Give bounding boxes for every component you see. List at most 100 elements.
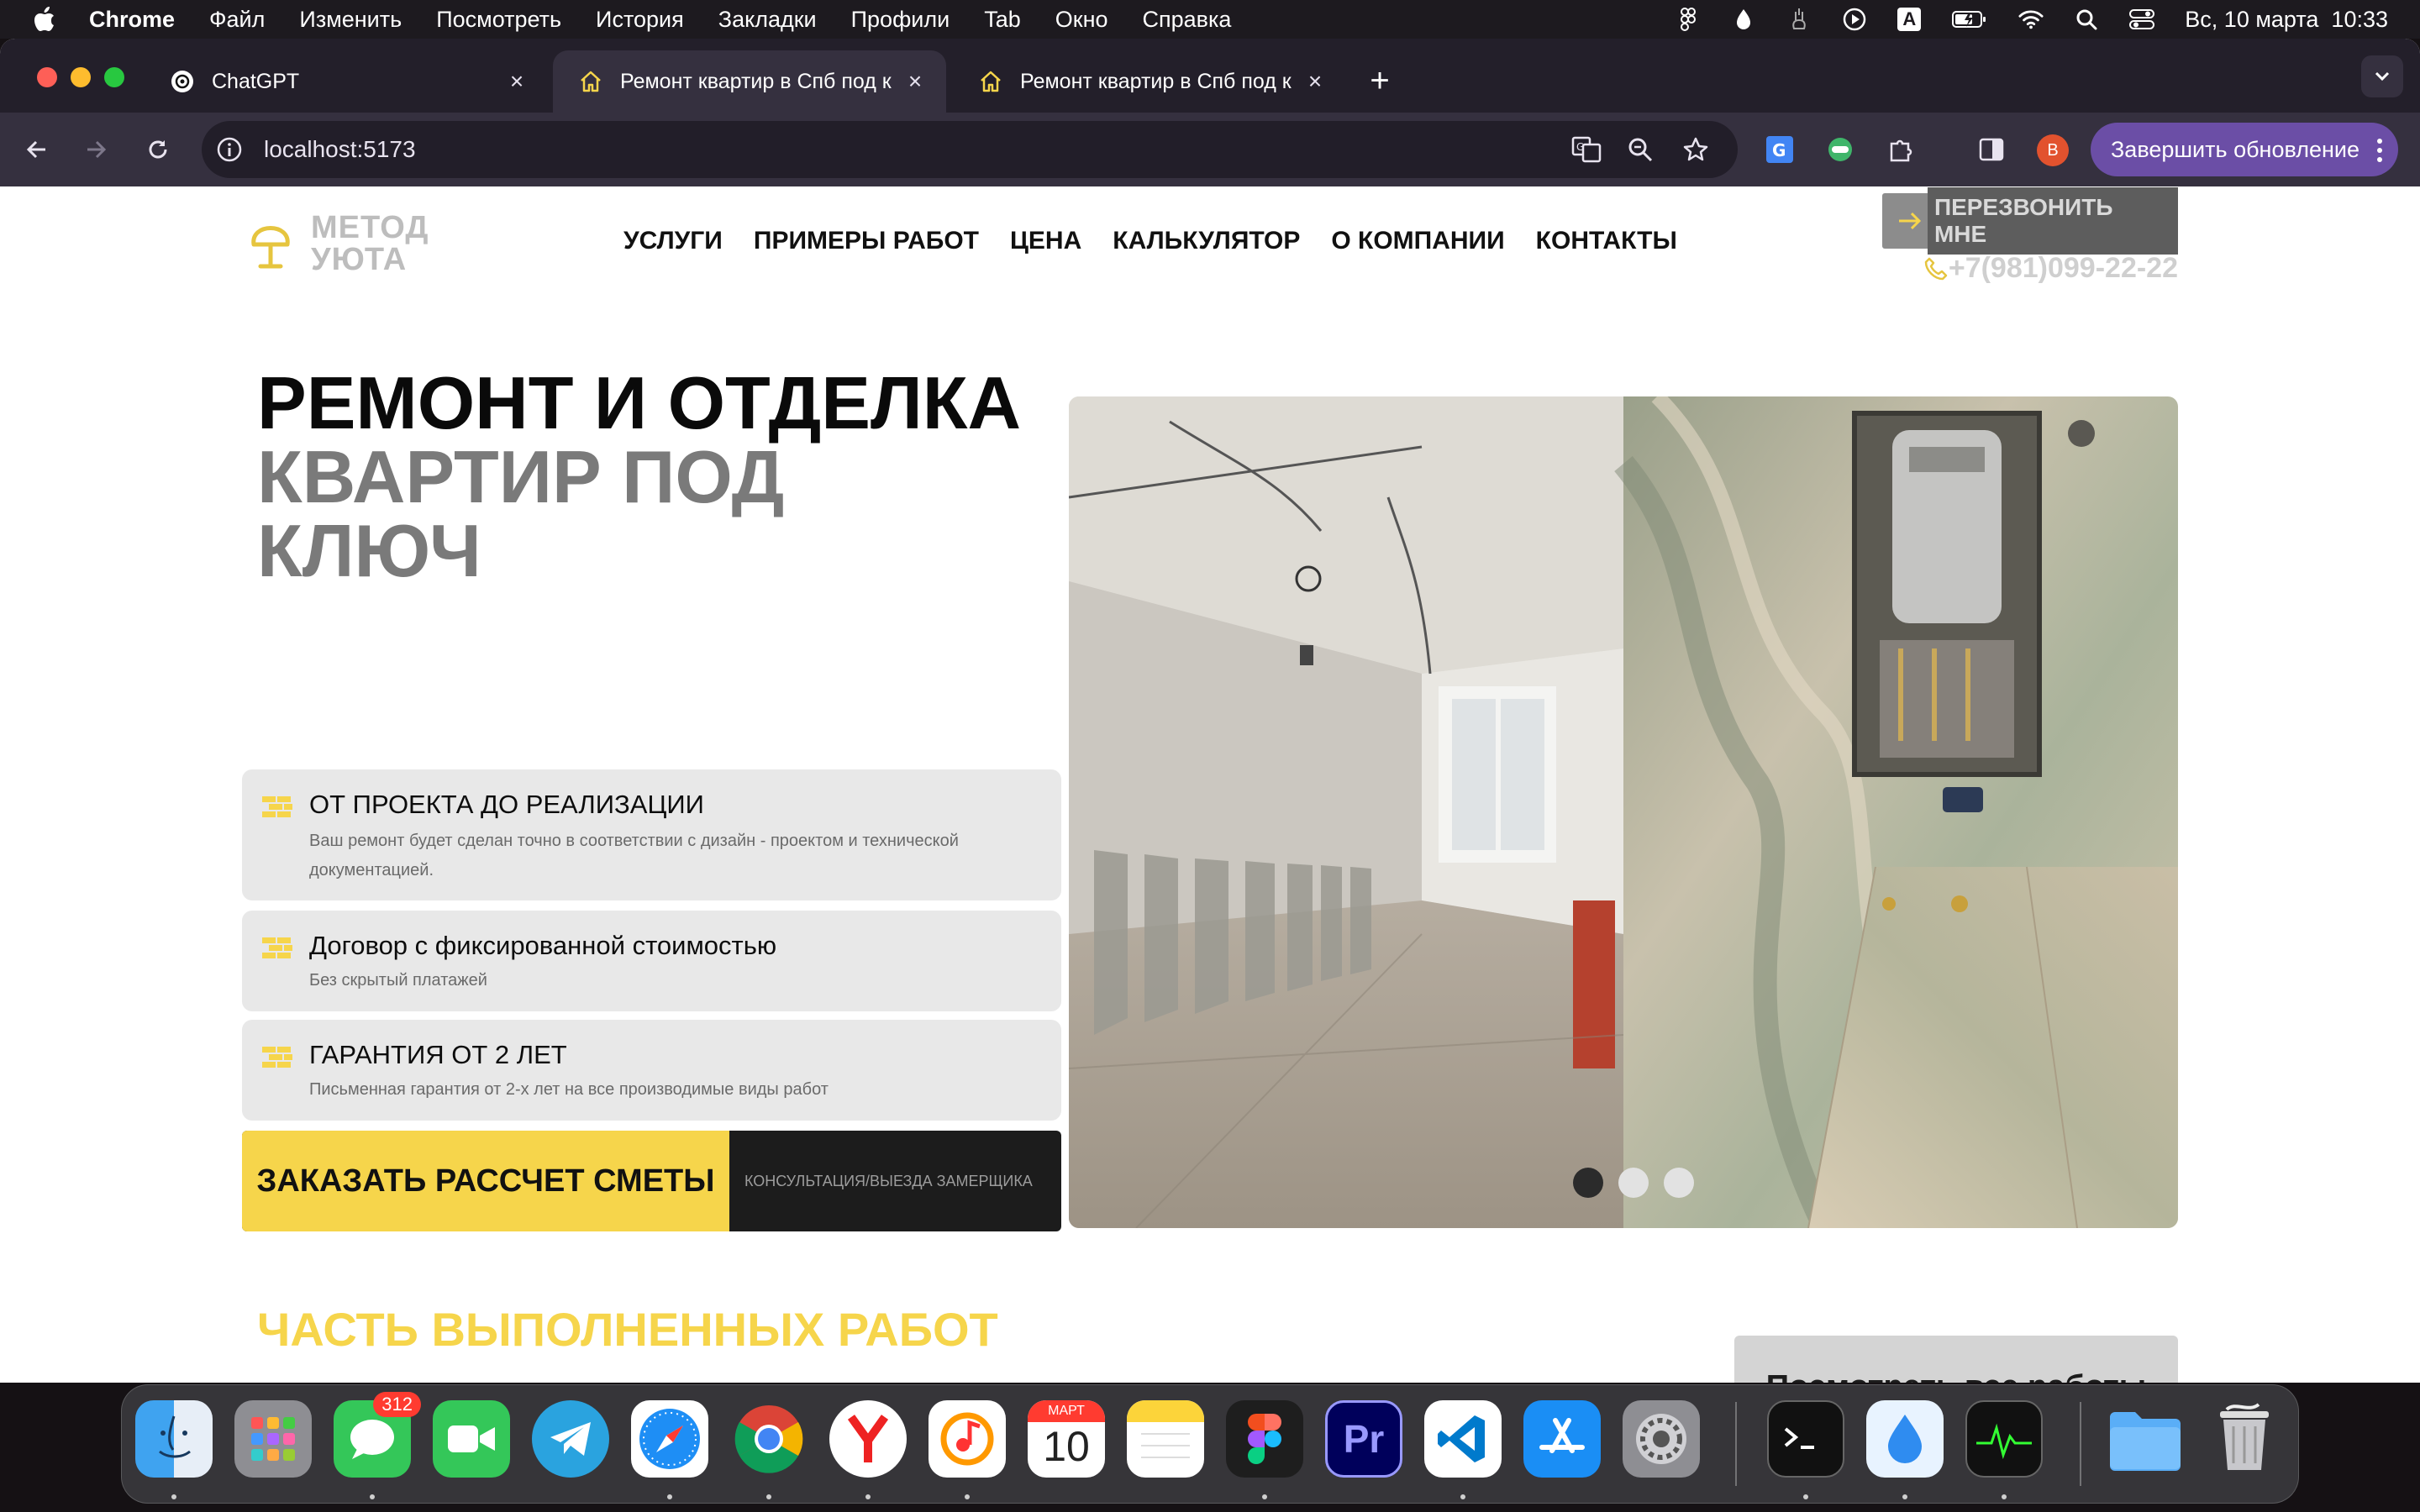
maximize-window-button[interactable] xyxy=(104,67,124,87)
system-settings-icon[interactable] xyxy=(1623,1400,1700,1478)
close-tab-icon[interactable]: × xyxy=(1302,68,1328,94)
notes-icon[interactable] xyxy=(1127,1400,1204,1478)
play-status-icon[interactable] xyxy=(1842,7,1867,32)
wifi-icon[interactable] xyxy=(2018,7,2044,32)
running-indicator xyxy=(766,1494,771,1499)
order-estimate-button[interactable]: ЗАКАЗАТЬ РАССЧЕТ СМЕТЫ КОНСУЛЬТАЦИЯ/ВЫЕЗ… xyxy=(242,1131,1061,1231)
slider-dot[interactable] xyxy=(1618,1168,1649,1198)
finder-icon[interactable] xyxy=(135,1400,213,1478)
tab-strip: ChatGPT × Ремонт квартир в Спб под к × Р… xyxy=(0,39,2420,113)
terminal-icon[interactable] xyxy=(1767,1400,1844,1478)
menu-history[interactable]: История xyxy=(596,7,684,33)
premiere-pro-icon[interactable]: Pr xyxy=(1325,1400,1402,1478)
nav-price[interactable]: ЦЕНА xyxy=(1010,227,1081,255)
menu-help[interactable]: Справка xyxy=(1143,7,1232,33)
zoom-icon[interactable] xyxy=(1627,136,1654,163)
launchpad-icon[interactable] xyxy=(234,1400,312,1478)
feature-card: ОТ ПРОЕКТА ДО РЕАЛИЗАЦИИ Ваш ремонт буде… xyxy=(242,769,1061,900)
logo-line-2: УЮТА xyxy=(311,242,408,277)
side-panel-icon[interactable] xyxy=(1971,129,2012,170)
forward-button[interactable] xyxy=(76,129,116,170)
extensions-puzzle-icon[interactable] xyxy=(1881,129,1921,170)
address-bar[interactable]: localhost:5173 G xyxy=(202,121,1738,178)
nav-portfolio[interactable]: ПРИМЕРЫ РАБОТ xyxy=(754,227,979,255)
tab-remont[interactable]: Ремонт квартир в Спб под к × xyxy=(953,50,1346,113)
tab-chatgpt[interactable]: ChatGPT × xyxy=(145,50,548,113)
yandex-browser-icon[interactable] xyxy=(829,1400,907,1478)
menu-edit[interactable]: Изменить xyxy=(299,7,402,33)
nav-services[interactable]: УСЛУГИ xyxy=(623,227,723,255)
safari-icon[interactable] xyxy=(631,1400,708,1478)
svg-text:G: G xyxy=(1772,140,1786,160)
drop-app-icon[interactable] xyxy=(1866,1400,1944,1478)
input-source-icon[interactable]: A xyxy=(1897,8,1922,31)
tab-remont-active[interactable]: Ремонт квартир в Спб под к × xyxy=(553,50,946,113)
music-icon[interactable] xyxy=(929,1400,1006,1478)
view-all-works-button[interactable]: Посмотреть все работы xyxy=(1734,1336,2178,1383)
hand-status-icon[interactable] xyxy=(1786,7,1812,32)
spotlight-search-icon[interactable] xyxy=(2074,7,2099,32)
vpn-extension-icon[interactable] xyxy=(1820,129,1860,170)
menu-profiles[interactable]: Профили xyxy=(851,7,950,33)
tab-search-button[interactable] xyxy=(2361,55,2403,97)
close-tab-icon[interactable]: × xyxy=(902,68,928,94)
app-store-icon[interactable] xyxy=(1523,1400,1601,1478)
callback-button[interactable]: ПЕРЕЗВОНИТЬ МНЕ xyxy=(1882,187,2178,255)
messages-icon[interactable]: 312 xyxy=(334,1392,421,1478)
minimize-window-button[interactable] xyxy=(71,67,91,87)
reload-button[interactable] xyxy=(138,129,178,170)
hero-line-2: КВАРТИР ПОД xyxy=(257,435,785,518)
nav-contacts[interactable]: КОНТАКТЫ xyxy=(1536,227,1677,255)
works-section-title: ЧАСТЬ ВЫПОЛНЕННЫХ РАБОТ xyxy=(257,1303,998,1356)
drop-status-icon[interactable] xyxy=(1731,7,1756,32)
slider-dot[interactable] xyxy=(1664,1168,1694,1198)
google-translate-extension-icon[interactable]: G xyxy=(1760,129,1800,170)
nav-about[interactable]: О КОМПАНИИ xyxy=(1331,227,1504,255)
nav-calculator[interactable]: КАЛЬКУЛЯТОР xyxy=(1113,227,1300,255)
menu-bookmarks[interactable]: Закладки xyxy=(718,7,817,33)
vscode-icon[interactable] xyxy=(1424,1400,1502,1478)
slider-dot[interactable] xyxy=(1573,1168,1603,1198)
calendar-icon[interactable]: МАРТ 10 xyxy=(1028,1400,1105,1478)
phone-link[interactable]: +7(981)099-22-22 xyxy=(1882,252,2178,285)
feature-description: Письменная гарантия от 2-х лет на все пр… xyxy=(309,1080,829,1099)
apple-icon[interactable] xyxy=(32,5,57,34)
feature-description: Ваш ремонт будет сделан точно в соответс… xyxy=(309,832,959,879)
hero-heading: РЕМОНТ И ОТДЕЛКА КВАРТИР ПОД КЛЮЧ xyxy=(257,366,1021,588)
menu-tab[interactable]: Tab xyxy=(984,7,1021,33)
translate-icon[interactable]: G xyxy=(1571,134,1602,165)
phone-icon xyxy=(1924,257,1948,280)
trash-icon[interactable] xyxy=(2206,1400,2283,1478)
chrome-icon[interactable] xyxy=(730,1400,808,1478)
activity-monitor-icon[interactable] xyxy=(1965,1400,2043,1478)
figma-status-icon[interactable] xyxy=(1676,7,1701,32)
back-button[interactable] xyxy=(17,129,57,170)
hero-photo-slider[interactable] xyxy=(1069,396,2178,1228)
url-text[interactable]: localhost:5173 xyxy=(264,136,416,163)
site-logo[interactable]: МЕТОД УЮТА xyxy=(249,212,429,276)
menu-app-name[interactable]: Chrome xyxy=(89,7,175,33)
menu-window[interactable]: Окно xyxy=(1055,7,1108,33)
home-icon xyxy=(978,69,1003,94)
site-info-icon[interactable] xyxy=(215,135,244,164)
close-window-button[interactable] xyxy=(37,67,57,87)
running-indicator xyxy=(965,1494,970,1499)
battery-icon[interactable] xyxy=(1951,7,1988,32)
menu-file[interactable]: Файл xyxy=(209,7,265,33)
close-tab-icon[interactable]: × xyxy=(504,68,529,94)
facetime-icon[interactable] xyxy=(433,1400,510,1478)
bricks-icon xyxy=(262,1047,292,1068)
menu-view[interactable]: Посмотреть xyxy=(436,7,561,33)
menu-bar-clock[interactable]: Вс, 10 марта 10:33 xyxy=(2185,7,2388,33)
bookmark-star-icon[interactable] xyxy=(1682,136,1709,163)
running-indicator xyxy=(2002,1494,2007,1499)
telegram-icon[interactable] xyxy=(532,1400,609,1478)
figma-icon[interactable] xyxy=(1226,1400,1303,1478)
web-page: МЕТОД УЮТА УСЛУГИ ПРИМЕРЫ РАБОТ ЦЕНА КАЛ… xyxy=(0,186,2420,1383)
control-center-icon[interactable] xyxy=(2129,7,2155,32)
folder-icon[interactable] xyxy=(2107,1400,2184,1478)
profile-avatar[interactable]: B xyxy=(2037,134,2069,166)
dock-separator xyxy=(1735,1402,1737,1486)
finish-update-button[interactable]: Завершить обновление xyxy=(2091,123,2398,176)
new-tab-button[interactable]: + xyxy=(1361,62,1398,99)
